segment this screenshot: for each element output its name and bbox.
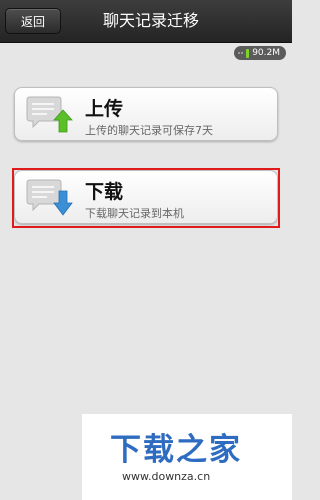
upload-subtitle: 上传的聊天记录可保存7天 <box>85 124 213 137</box>
page-title: 聊天记录迁移 <box>102 11 199 30</box>
storage-indicator: 90.2M <box>234 46 286 60</box>
watermark-brand: 下载之家 <box>110 432 242 468</box>
chat-upload-icon <box>26 96 73 133</box>
storage-dots-icon <box>238 52 244 54</box>
upload-option[interactable]: 上传 上传的聊天记录可保存7天 <box>14 87 278 141</box>
title-bar: 返回 聊天记录迁移 <box>0 0 292 43</box>
upload-title: 上传 <box>85 98 124 120</box>
watermark-url: www.downza.cn <box>122 470 211 483</box>
download-highlight-box <box>12 168 280 228</box>
battery-level-icon <box>246 48 250 58</box>
storage-value: 90.2M <box>252 48 280 58</box>
watermark: 下载之家 www.downza.cn <box>82 414 292 500</box>
